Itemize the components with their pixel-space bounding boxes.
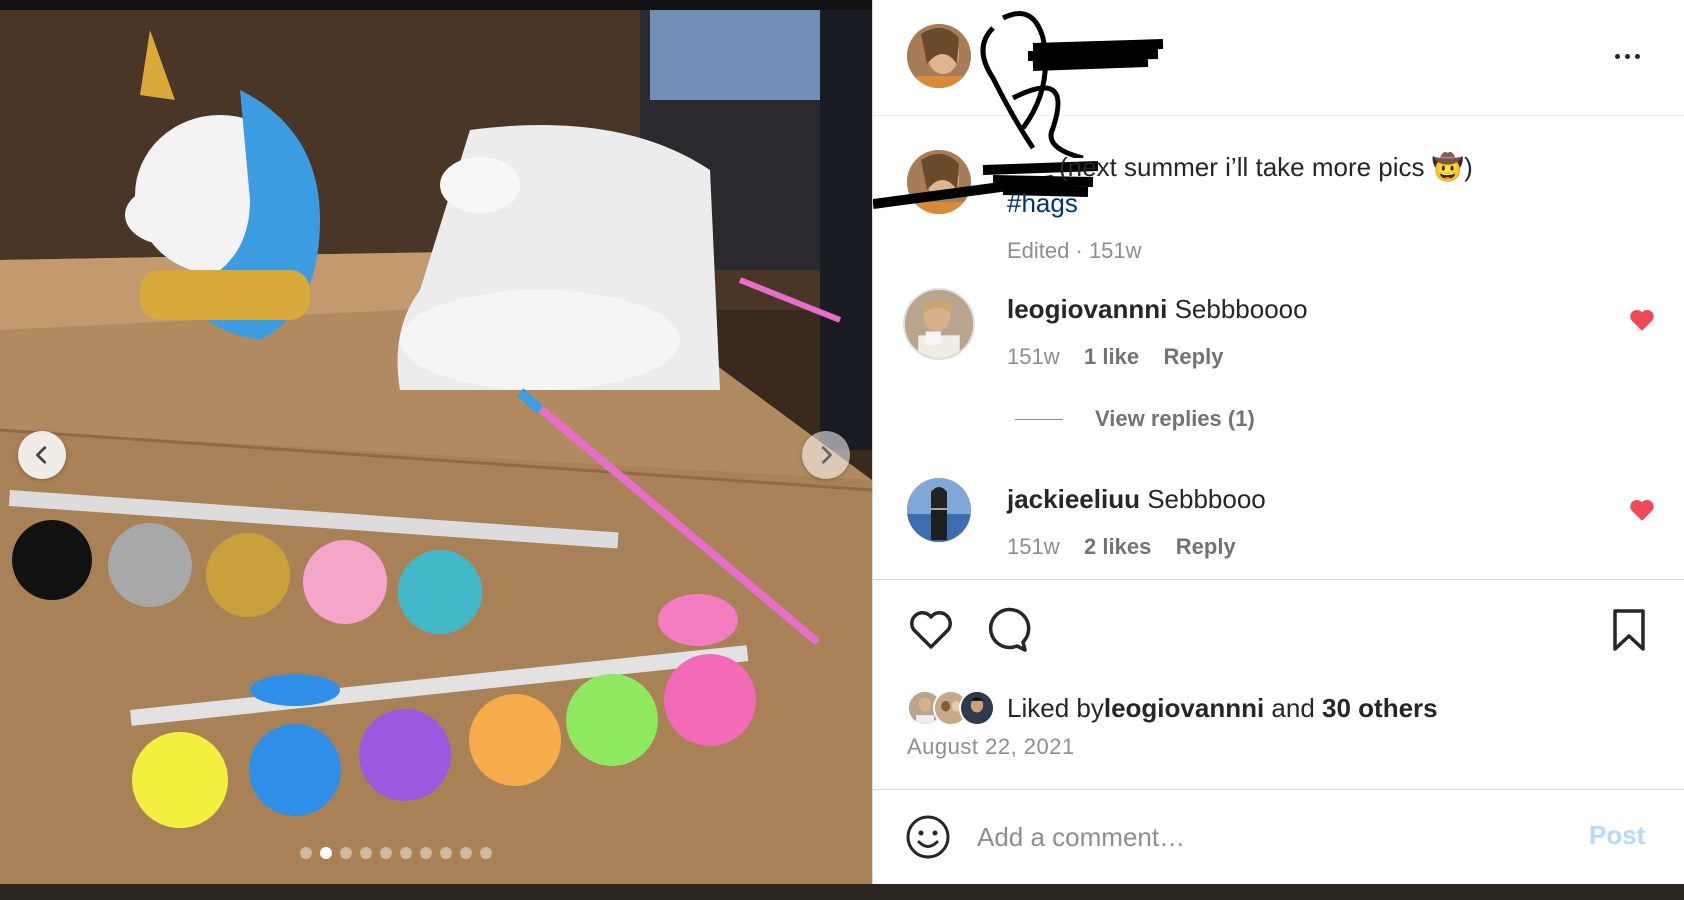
comment-reply-button[interactable]: Reply bbox=[1176, 534, 1236, 559]
post-header bbox=[873, 0, 1684, 158]
carousel-dot bbox=[480, 847, 492, 859]
comment-reply-button[interactable]: Reply bbox=[1164, 344, 1224, 369]
liked-by: Liked by leogiovannni and 30 others bbox=[907, 688, 1438, 728]
comment-heart-icon[interactable] bbox=[1629, 498, 1655, 522]
liked-by-user[interactable]: leogiovannni bbox=[1104, 693, 1264, 724]
commenter-avatar-photo bbox=[907, 478, 971, 542]
comment-meta: 151w 2 likes Reply bbox=[1007, 534, 1236, 560]
comment-line: jackieeliuu Sebbbooo bbox=[1007, 484, 1266, 515]
carousel-dot bbox=[380, 847, 392, 859]
post-image bbox=[0, 10, 872, 884]
view-replies-button[interactable]: View replies (1) bbox=[1015, 406, 1255, 432]
comment-input[interactable] bbox=[977, 812, 1537, 862]
comment-likes[interactable]: 1 like bbox=[1084, 344, 1139, 369]
liker-avatar-photo bbox=[961, 692, 993, 724]
carousel-indicator bbox=[0, 847, 872, 859]
comment-text: Sebbboooo bbox=[1174, 294, 1308, 324]
comment-likes[interactable]: 2 likes bbox=[1084, 534, 1151, 559]
carousel-dot bbox=[420, 847, 432, 859]
carousel-prev-button[interactable] bbox=[18, 431, 66, 479]
caption-avatar-photo bbox=[907, 150, 971, 214]
chevron-right-icon bbox=[821, 446, 832, 464]
caption-avatar[interactable] bbox=[907, 150, 971, 214]
carousel-dot bbox=[440, 847, 452, 859]
comments-section: (next summer i’ll take more pics 🤠) #hag… bbox=[873, 116, 1684, 580]
liked-by-middle: and bbox=[1264, 692, 1323, 723]
emoji-icon[interactable] bbox=[905, 814, 951, 860]
bookmark-icon[interactable] bbox=[1605, 606, 1653, 654]
comment-time: 151w bbox=[1007, 534, 1060, 559]
owner-avatar-photo bbox=[907, 24, 971, 88]
caption-meta: Edited · 151w bbox=[1007, 238, 1142, 263]
post-photo[interactable] bbox=[0, 10, 872, 884]
commenter-avatar-photo bbox=[905, 290, 973, 358]
liked-by-others[interactable]: 30 others bbox=[1322, 693, 1438, 724]
comment-composer: Post bbox=[873, 790, 1684, 884]
post-date: August 22, 2021 bbox=[907, 734, 1075, 759]
comment-text: Sebbbooo bbox=[1147, 484, 1266, 514]
carousel-next-button[interactable] bbox=[802, 431, 850, 479]
liked-by-avatars bbox=[907, 690, 995, 726]
view-replies-label: View replies (1) bbox=[1095, 406, 1255, 431]
view-replies-line bbox=[1015, 418, 1063, 420]
post-sidebar: (next summer i’ll take more pics 🤠) #hag… bbox=[872, 0, 1684, 900]
comment-username[interactable]: jackieeliuu bbox=[1007, 484, 1140, 514]
comment-username[interactable]: leogiovannni bbox=[1007, 294, 1167, 324]
owner-avatar[interactable] bbox=[907, 24, 971, 88]
carousel-dot bbox=[360, 847, 372, 859]
commenter-avatar[interactable] bbox=[907, 478, 971, 542]
post-comment-button[interactable]: Post bbox=[1589, 820, 1645, 851]
chevron-left-icon bbox=[36, 446, 47, 464]
more-options-icon[interactable] bbox=[1603, 38, 1651, 74]
post-actions: Liked by leogiovannni and 30 others Augu… bbox=[873, 580, 1684, 790]
heart-icon[interactable] bbox=[907, 606, 955, 654]
comment-meta: 151w 1 like Reply bbox=[1007, 344, 1223, 370]
comment-icon[interactable] bbox=[983, 606, 1031, 654]
comment-time: 151w bbox=[1007, 344, 1060, 369]
carousel-dot bbox=[300, 847, 312, 859]
caption-text: (next summer i’ll take more pics 🤠) bbox=[1059, 152, 1473, 182]
commenter-avatar[interactable] bbox=[903, 288, 975, 360]
liker-avatar[interactable] bbox=[959, 690, 995, 726]
carousel-dot bbox=[340, 847, 352, 859]
caption-hashtag[interactable]: #hags bbox=[1007, 188, 1078, 219]
liked-by-prefix: Liked by bbox=[1007, 692, 1104, 723]
carousel-dot bbox=[400, 847, 412, 859]
carousel-dot bbox=[320, 847, 332, 859]
comment-heart-icon[interactable] bbox=[1629, 308, 1655, 332]
comment-line: leogiovannni Sebbboooo bbox=[1007, 294, 1308, 325]
carousel-dot bbox=[460, 847, 472, 859]
window-bottom-edge bbox=[0, 884, 1684, 900]
